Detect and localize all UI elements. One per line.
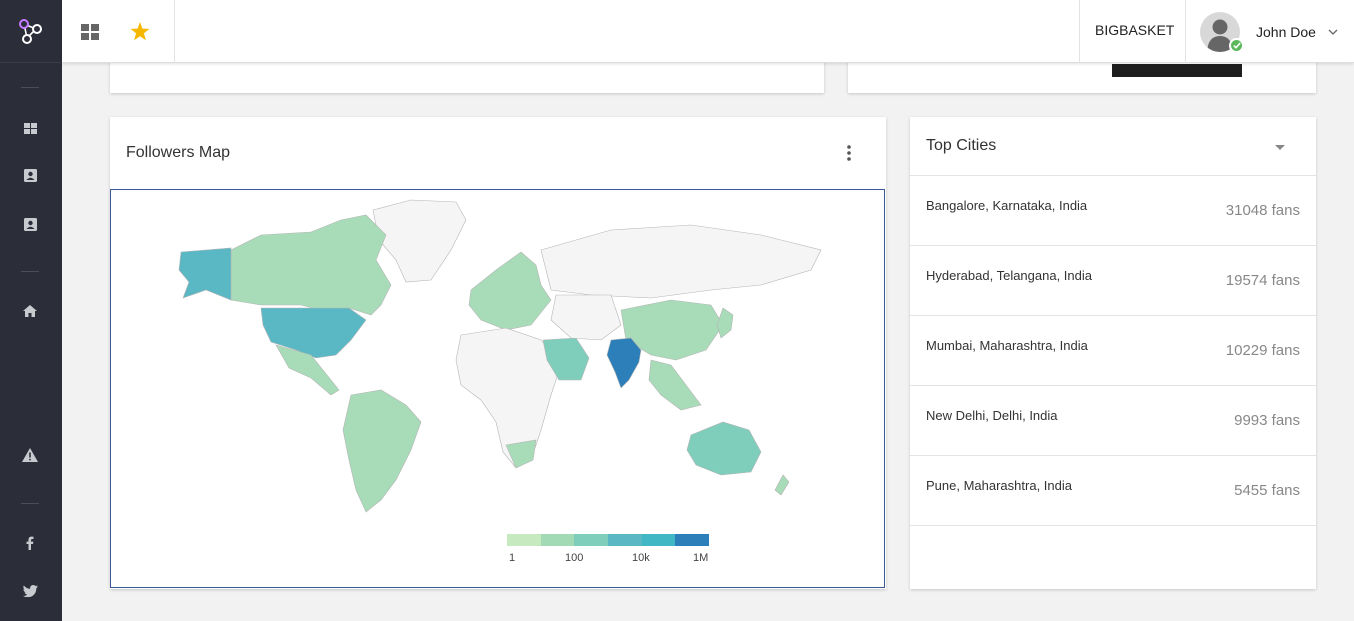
graph-logo-icon: [19, 19, 42, 44]
map-region-southeast-asia: [648, 359, 702, 411]
list-item[interactable]: Bangalore, Karnataka, India 31048 fans: [910, 175, 1316, 245]
legend-labels: 1 100 10k 1M: [507, 546, 709, 564]
world-map-svg: [178, 199, 822, 513]
legend-label-10k: 10k: [632, 552, 650, 564]
map-legend: 1 100 10k 1M: [507, 534, 710, 564]
caret-down-icon: [1275, 144, 1285, 150]
chevron-down-icon[interactable]: [1328, 29, 1338, 35]
world-map[interactable]: 1 100 10k 1M: [110, 189, 885, 588]
legend-label-100: 100: [565, 552, 584, 564]
sidebar-divider: [21, 271, 39, 272]
list-item[interactable]: Pune, Maharashtra, India 5455 fans: [910, 455, 1316, 525]
topbar-divider: [1079, 0, 1080, 63]
city-fans: 5455 fans: [1234, 482, 1300, 499]
city-fans: 9993 fans: [1234, 412, 1300, 429]
company-name[interactable]: BIGBASKET: [1095, 0, 1174, 63]
legend-color-scale: [507, 534, 710, 546]
contact-card-icon[interactable]: [21, 166, 39, 184]
legend-swatch: [574, 534, 609, 546]
top-cities-dropdown[interactable]: [1272, 139, 1288, 155]
map-region-central-asia: [550, 294, 622, 341]
legend-swatch: [507, 534, 541, 546]
top-bar: BIGBASKET John Doe: [62, 0, 1354, 63]
sidebar: [0, 0, 62, 621]
sidebar-divider: [21, 87, 39, 88]
list-item[interactable]: Mumbai, Maharashtra, India 10229 fans: [910, 315, 1316, 385]
list-item[interactable]: Hyderabad, Telangana, India 19574 fans: [910, 245, 1316, 315]
favorites-button[interactable]: [112, 0, 168, 63]
city-name: Hyderabad, Telangana, India: [926, 268, 1092, 283]
preview-thumbnail[interactable]: [1112, 64, 1242, 77]
city-name: Bangalore, Karnataka, India: [926, 198, 1088, 213]
warning-icon[interactable]: [21, 446, 39, 464]
legend-swatch: [540, 534, 575, 546]
sidebar-divider: [21, 503, 39, 504]
city-fans: 10229 fans: [1225, 342, 1300, 359]
map-region-southern-africa: [505, 439, 537, 469]
map-region-australia: [686, 421, 762, 476]
dashboard-icon[interactable]: [21, 119, 39, 137]
check-icon: [1232, 42, 1241, 49]
legend-swatch: [641, 534, 676, 546]
more-options-button[interactable]: [838, 142, 860, 164]
twitter-icon[interactable]: [21, 582, 39, 600]
city-name: Mumbai, Maharashtra, India: [926, 338, 1088, 353]
apps-grid-button[interactable]: [62, 0, 118, 63]
city-fans: 31048 fans: [1225, 202, 1300, 219]
list-divider: [910, 525, 1316, 526]
map-region-canada: [230, 214, 392, 316]
followers-map-title: Followers Map: [126, 144, 231, 161]
legend-label-max: 1M: [693, 552, 709, 564]
topbar-divider: [174, 0, 175, 63]
vertical-dots-icon: [847, 145, 851, 161]
profile-card-icon[interactable]: [21, 215, 39, 233]
facebook-icon[interactable]: [21, 534, 39, 552]
user-menu[interactable]: John Doe: [1200, 0, 1338, 63]
map-region-russia: [540, 224, 822, 299]
map-region-new-zealand: [774, 474, 790, 496]
map-region-alaska: [178, 247, 232, 301]
followers-map-card: Followers Map 1 100 10k 1M: [110, 117, 886, 589]
map-region-europe: [468, 251, 552, 331]
city-fans: 19574 fans: [1225, 272, 1300, 289]
city-name: New Delhi, Delhi, India: [926, 408, 1058, 423]
top-cities-card: Top Cities Bangalore, Karnataka, India 3…: [910, 117, 1316, 589]
map-region-greenland: [372, 199, 467, 283]
map-region-usa: [260, 307, 367, 359]
online-status-badge: [1229, 38, 1244, 53]
map-region-japan: [716, 307, 734, 339]
city-name: Pune, Maharashtra, India: [926, 478, 1072, 493]
star-icon: [130, 22, 150, 41]
top-cities-title: Top Cities: [926, 137, 997, 154]
app-logo[interactable]: [0, 0, 62, 63]
legend-label-min: 1: [509, 552, 516, 564]
home-icon[interactable]: [21, 302, 39, 320]
list-item[interactable]: New Delhi, Delhi, India 9993 fans: [910, 385, 1316, 455]
map-region-south-america: [342, 389, 422, 513]
legend-swatch: [675, 534, 710, 546]
user-name[interactable]: John Doe: [1256, 24, 1316, 40]
grid-icon: [81, 23, 99, 40]
topbar-divider: [1185, 0, 1186, 63]
legend-swatch: [608, 534, 642, 546]
map-region-india: [606, 337, 642, 389]
